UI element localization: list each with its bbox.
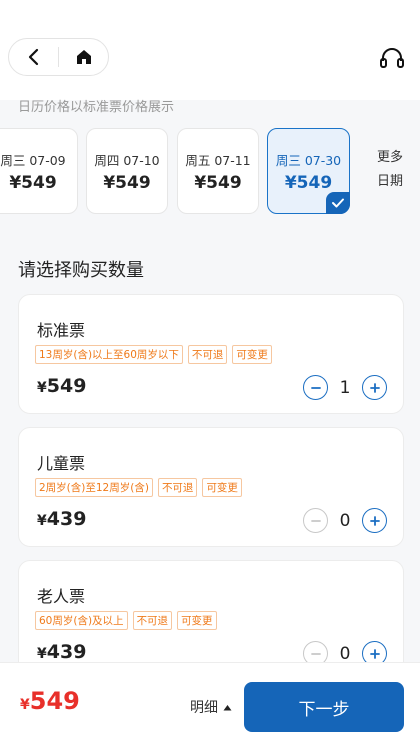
- chevron-left-icon: [28, 48, 38, 66]
- date-price: ¥549: [194, 172, 242, 193]
- more-dates-button[interactable]: 更多 日期: [370, 146, 410, 194]
- decrease-button[interactable]: [303, 508, 328, 533]
- ticket-price: ¥439: [37, 508, 86, 530]
- ticket-tag: 可变更: [232, 345, 272, 364]
- quantity-stepper: 0: [303, 508, 387, 533]
- price-value: 549: [46, 375, 87, 397]
- date-price: ¥549: [284, 172, 333, 193]
- ticket-name: 儿童票: [37, 454, 86, 473]
- nav-pill: [8, 38, 109, 76]
- more-dates-line2: 日期: [376, 174, 403, 189]
- ticket-tag: 2周岁(含)至12周岁(含): [35, 478, 153, 497]
- ticket-tag: 不可退: [187, 345, 228, 364]
- home-button[interactable]: [59, 39, 108, 75]
- date-price: ¥549: [9, 172, 57, 193]
- date-card[interactable]: 周五 07-11 ¥549: [177, 128, 259, 214]
- top-bar: [0, 0, 420, 100]
- date-price: ¥549: [103, 172, 151, 193]
- minus-icon: [310, 519, 321, 522]
- minus-icon: [310, 652, 321, 655]
- currency-symbol: ¥: [20, 697, 30, 713]
- ticket-price: ¥439: [37, 641, 86, 663]
- decrease-button[interactable]: [303, 375, 328, 400]
- selected-check-badge: [326, 192, 350, 214]
- ticket-tag: 13周岁(含)以上至60周岁以下: [35, 345, 183, 364]
- currency-symbol: ¥: [37, 646, 47, 662]
- minus-icon: [310, 386, 321, 389]
- ticket-tag: 60周岁(含)及以上: [35, 611, 128, 630]
- caret-up-icon: [223, 704, 232, 710]
- currency-symbol: ¥: [37, 380, 47, 396]
- price-detail-toggle[interactable]: 明细: [190, 697, 232, 717]
- date-day: 周五 07-11: [185, 152, 251, 168]
- ticket-price: ¥549: [37, 375, 86, 397]
- date-day: 周三 07-30: [275, 152, 342, 168]
- quantity-value: 0: [339, 643, 351, 664]
- ticket-tags: 60周岁(含)及以上 不可退 可变更: [35, 611, 217, 630]
- quantity-value: 1: [339, 377, 351, 398]
- ticket-card: 标准票 13周岁(含)以上至60周岁以下 不可退 可变更 ¥549 1: [18, 294, 404, 414]
- detail-label: 明细: [190, 700, 218, 716]
- total-value: 549: [29, 687, 80, 715]
- ticket-tag: 不可退: [157, 478, 198, 497]
- quantity-stepper: 1: [303, 375, 387, 400]
- date-day: 周四 07-10: [94, 152, 160, 168]
- date-card[interactable]: 周四 07-10 ¥549: [86, 128, 168, 214]
- ticket-tags: 2周岁(含)至12周岁(含) 不可退 可变更: [35, 478, 242, 497]
- section-title: 请选择购买数量: [18, 260, 144, 281]
- check-icon: [332, 198, 344, 208]
- next-step-button[interactable]: 下一步: [244, 682, 404, 732]
- date-day: 周三 07-09: [0, 152, 66, 168]
- ticket-name: 老人票: [37, 587, 86, 606]
- total-price: ¥549: [20, 687, 80, 715]
- price-value: 439: [46, 641, 87, 663]
- calendar-price-hint: 日历价格以标准票价格展示: [18, 100, 175, 115]
- price-value: 439: [46, 508, 87, 530]
- ticket-tag: 不可退: [132, 611, 173, 630]
- home-icon: [76, 50, 91, 64]
- ticket-card: 儿童票 2周岁(含)至12周岁(含) 不可退 可变更 ¥439 0: [18, 427, 404, 547]
- plus-icon: [369, 648, 380, 659]
- customer-service-button[interactable]: [378, 44, 406, 72]
- increase-button[interactable]: [362, 375, 387, 400]
- more-dates-line1: 更多: [376, 150, 403, 165]
- ticket-name: 标准票: [37, 321, 86, 340]
- plus-icon: [369, 382, 380, 393]
- currency-symbol: ¥: [37, 513, 47, 529]
- ticket-tags: 13周岁(含)以上至60周岁以下 不可退 可变更: [35, 345, 272, 364]
- quantity-value: 0: [339, 510, 351, 531]
- plus-icon: [369, 515, 380, 526]
- increase-button[interactable]: [362, 508, 387, 533]
- bottom-bar: ¥549 明细 下一步: [0, 662, 420, 748]
- headset-icon: [380, 48, 404, 68]
- ticket-tag: 可变更: [177, 611, 217, 630]
- ticket-tag: 可变更: [202, 478, 242, 497]
- date-card-selected[interactable]: 周三 07-30 ¥549: [267, 128, 350, 214]
- back-button[interactable]: [9, 39, 58, 75]
- date-card[interactable]: 周三 07-09 ¥549: [0, 128, 78, 214]
- date-strip[interactable]: 周三 07-09 ¥549 周四 07-10 ¥549 周五 07-11 ¥54…: [0, 128, 420, 216]
